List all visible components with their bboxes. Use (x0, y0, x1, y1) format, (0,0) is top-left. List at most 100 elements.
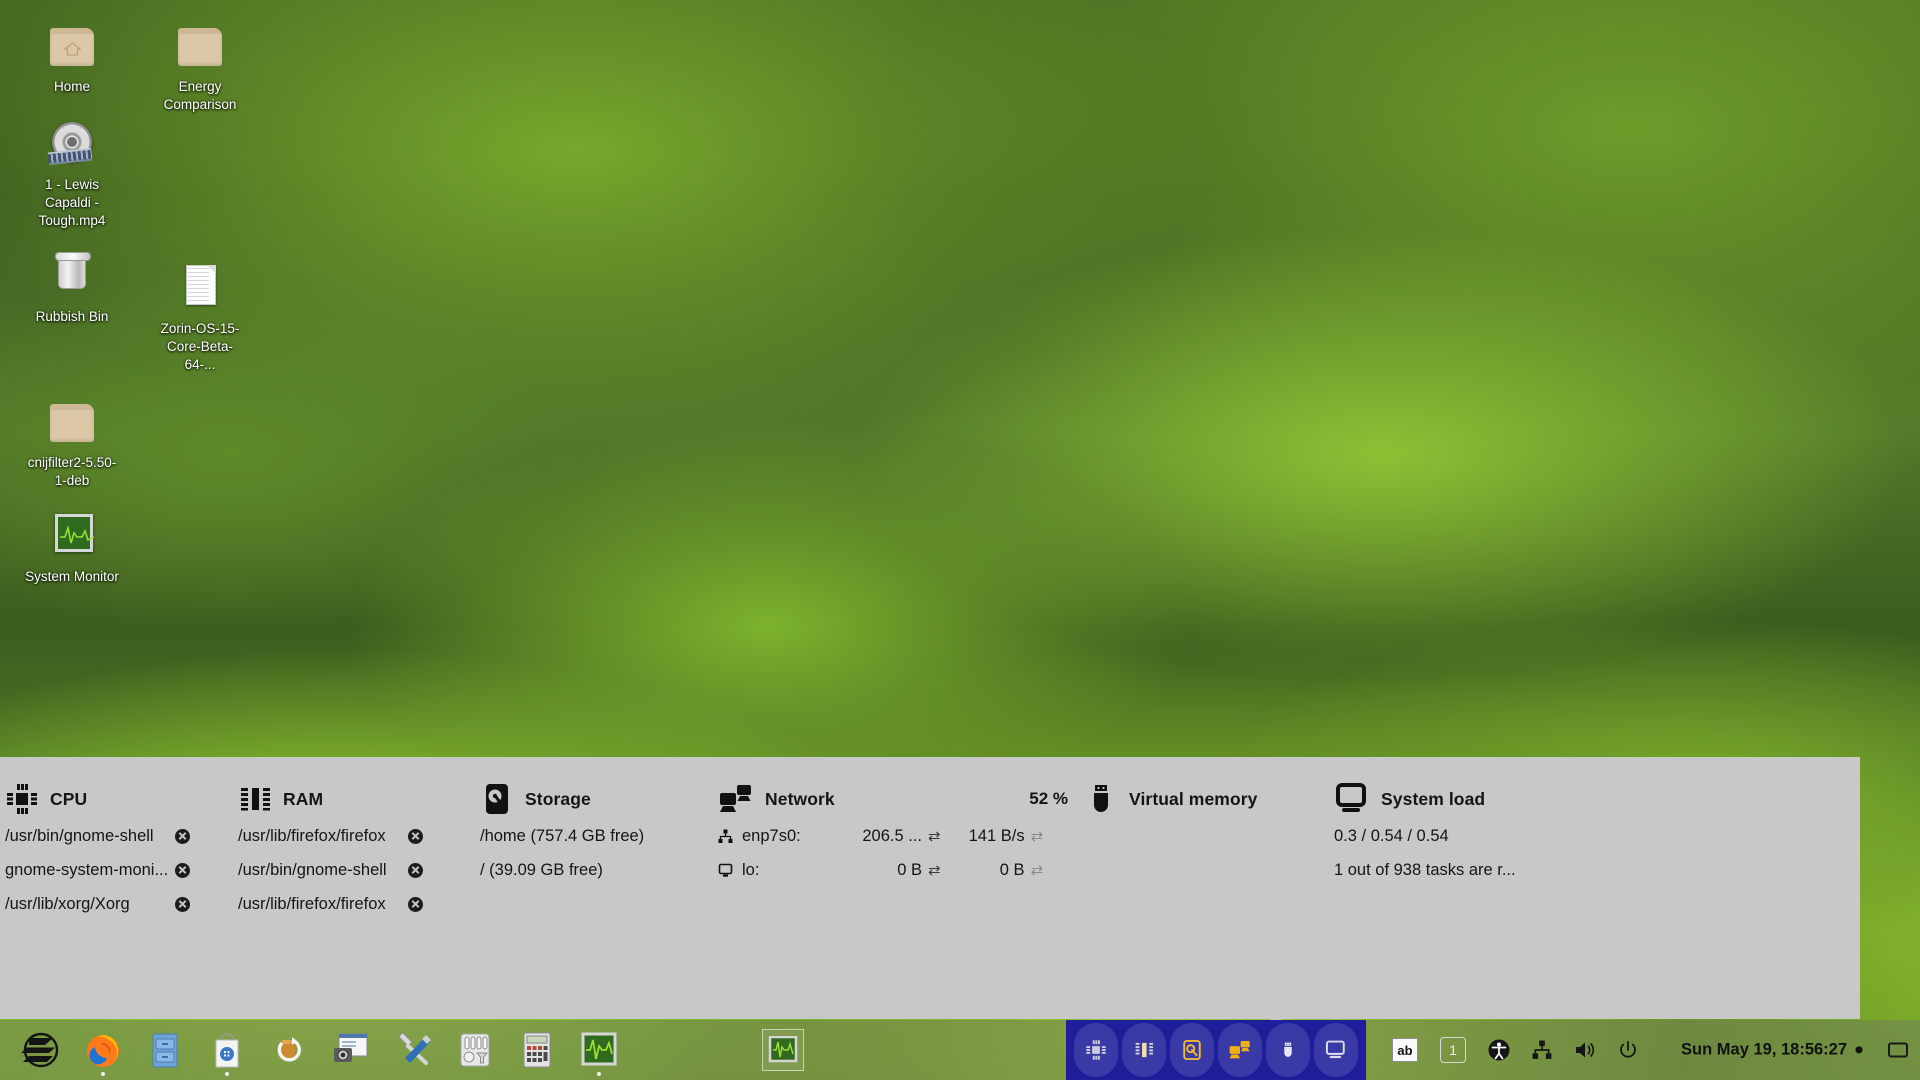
power-icon[interactable] (1618, 1040, 1638, 1060)
launcher-firefox[interactable] (72, 1021, 134, 1079)
firefox-icon (82, 1029, 124, 1071)
volume-icon[interactable] (1574, 1040, 1596, 1060)
network-wired-icon[interactable] (1532, 1040, 1552, 1060)
system-monitor-icon (44, 512, 100, 562)
loopback-icon (718, 863, 733, 878)
ram-process-row[interactable]: /usr/lib/firefox/firefox (238, 819, 468, 853)
cpu-title: CPU (50, 789, 87, 810)
keyboard-layout-indicator[interactable]: ab (1392, 1038, 1418, 1062)
video-file-icon (44, 120, 100, 170)
close-icon[interactable] (408, 863, 423, 878)
taskbar-window-list (762, 1029, 804, 1071)
panel-section-network: Network 52 % enp7s0: 206.5 ... ⇄ 141 B/s… (708, 757, 1068, 1019)
pulse-glyph (60, 524, 94, 546)
cpu-process-row[interactable]: /usr/lib/xorg/Xorg (5, 887, 234, 921)
desktop-icon-energy-comparison[interactable]: Energy Comparison (152, 22, 248, 114)
virtual-memory-title: Virtual memory (1129, 789, 1258, 810)
system-load-averages-row: 0.3 / 0.54 / 0.54 (1334, 819, 1648, 853)
storage-volume-name: /home (757.4 GB free) (480, 827, 644, 846)
desktop-icon-video-file[interactable]: 1 - Lewis Capaldi - Tough.mp4 (24, 120, 120, 230)
close-icon[interactable] (175, 897, 190, 912)
running-indicator (225, 1072, 229, 1076)
cpu-header: CPU (5, 779, 234, 819)
tray-network-icon[interactable] (1218, 1023, 1262, 1077)
usb-stick-icon (1084, 782, 1118, 816)
virtual-memory-header: Virtual memory (1084, 779, 1318, 819)
desktop-icon-label: Rubbish Bin (24, 308, 120, 326)
storage-volume-name: / (39.09 GB free) (480, 861, 603, 880)
network-interface-row[interactable]: lo: 0 B ⇄ 0 B ⇄ (718, 853, 1068, 887)
monitor-icon (1324, 1039, 1348, 1061)
ram-process-row[interactable]: /usr/bin/gnome-shell (238, 853, 468, 887)
desktop-icon-label: Home (24, 78, 120, 96)
show-desktop-button[interactable] (1888, 1043, 1908, 1058)
network-title: Network (765, 789, 835, 810)
desktop-icon-rubbish-bin[interactable]: Rubbish Bin (24, 252, 120, 326)
desktop-icon-zorin-iso[interactable]: Zorin-OS-15-Core-Beta-64-... (152, 264, 248, 374)
system-load-header: System load (1334, 779, 1648, 819)
update-manager-icon (270, 1031, 308, 1069)
desktop-icon-system-monitor[interactable]: System Monitor (24, 512, 120, 586)
ram-process-row[interactable]: /usr/lib/firefox/firefox (238, 887, 468, 921)
folder-home-icon (44, 22, 100, 72)
clock-label: Sun May 19, 18:56:27 (1681, 1041, 1847, 1060)
folder-icon (44, 398, 100, 448)
close-icon[interactable] (175, 829, 190, 844)
close-icon[interactable] (175, 863, 190, 878)
launcher-calculator[interactable] (506, 1021, 568, 1079)
cpu-process-row[interactable]: /usr/bin/gnome-shell (5, 819, 234, 853)
system-load-title: System load (1381, 789, 1485, 810)
launcher-system-monitor[interactable] (568, 1021, 630, 1079)
window-button-system-monitor[interactable] (762, 1029, 804, 1071)
desktop-icon-home[interactable]: Home (24, 22, 120, 96)
storage-volume-row[interactable]: / (39.09 GB free) (480, 853, 708, 887)
network-upload-value: 141 B/s (941, 827, 1025, 846)
network-upload-value: 0 B (941, 861, 1025, 880)
desktop[interactable]: Home Energy Comparison 1 - Lewis Capaldi… (0, 0, 1920, 1080)
ram-process-name: /usr/lib/firefox/firefox (238, 827, 408, 846)
monitor-icon (1334, 782, 1370, 816)
memory-chip-icon (1133, 1039, 1155, 1061)
tray-vmem-icon[interactable] (1266, 1023, 1310, 1077)
folder-icon (172, 22, 228, 72)
launcher-audio-mixer[interactable] (444, 1021, 506, 1079)
panel-section-cpu: CPU /usr/bin/gnome-shell gnome-system-mo… (0, 757, 234, 1019)
tray-ram-icon[interactable] (1122, 1023, 1166, 1077)
tray-load-icon[interactable] (1314, 1023, 1358, 1077)
network-icon (1228, 1039, 1252, 1061)
launcher-files[interactable] (134, 1021, 196, 1079)
launcher-zorin-menu[interactable] (10, 1021, 72, 1079)
cpu-process-row[interactable]: gnome-system-moni... (5, 853, 234, 887)
desktop-icon-label: 1 - Lewis Capaldi - Tough.mp4 (24, 176, 120, 230)
close-icon[interactable] (408, 897, 423, 912)
launcher-update-manager[interactable] (258, 1021, 320, 1079)
tray-monitor-applet-group[interactable] (1066, 1020, 1366, 1080)
workspace-indicator[interactable]: 1 (1440, 1037, 1466, 1063)
network-interface-row[interactable]: enp7s0: 206.5 ... ⇄ 141 B/s ⇄ (718, 819, 1068, 853)
system-tray: ab 1 (1392, 1037, 1638, 1063)
desktop-icon-label: Energy Comparison (152, 78, 248, 114)
panel-section-system-load: System load 0.3 / 0.54 / 0.54 1 out of 9… (1318, 757, 1648, 1019)
download-arrow-icon: ⇄ (928, 827, 941, 845)
tray-cpu-icon[interactable] (1074, 1023, 1118, 1077)
panel-section-ram: RAM /usr/lib/firefox/firefox /usr/bin/gn… (234, 757, 468, 1019)
system-monitor-popup-panel[interactable]: CPU /usr/bin/gnome-shell gnome-system-mo… (0, 757, 1860, 1019)
desktop-icon-label: cnijfilter2-5.50-1-deb (24, 454, 120, 490)
close-icon[interactable] (408, 829, 423, 844)
launcher-software[interactable] (196, 1021, 258, 1079)
tray-storage-icon[interactable] (1170, 1023, 1214, 1077)
clock[interactable]: Sun May 19, 18:56:27 ● (1681, 1041, 1864, 1060)
launcher-screenshot[interactable] (320, 1021, 382, 1079)
system-monitor-icon (768, 1036, 798, 1064)
system-load-averages: 0.3 / 0.54 / 0.54 (1334, 827, 1449, 846)
panel-section-storage: Storage /home (757.4 GB free) / (39.09 G… (468, 757, 708, 1019)
desktop-icon-cnijfilter2[interactable]: cnijfilter2-5.50-1-deb (24, 398, 120, 490)
running-indicator (101, 1072, 105, 1076)
storage-volume-row[interactable]: /home (757.4 GB free) (480, 819, 708, 853)
upload-arrow-icon: ⇄ (1031, 861, 1044, 879)
launcher-tools[interactable] (382, 1021, 444, 1079)
taskbar[interactable]: ab 1 (0, 1020, 1920, 1080)
system-load-tasks: 1 out of 938 tasks are r... (1334, 861, 1516, 880)
files-icon (146, 1030, 184, 1070)
accessibility-icon[interactable] (1488, 1039, 1510, 1061)
